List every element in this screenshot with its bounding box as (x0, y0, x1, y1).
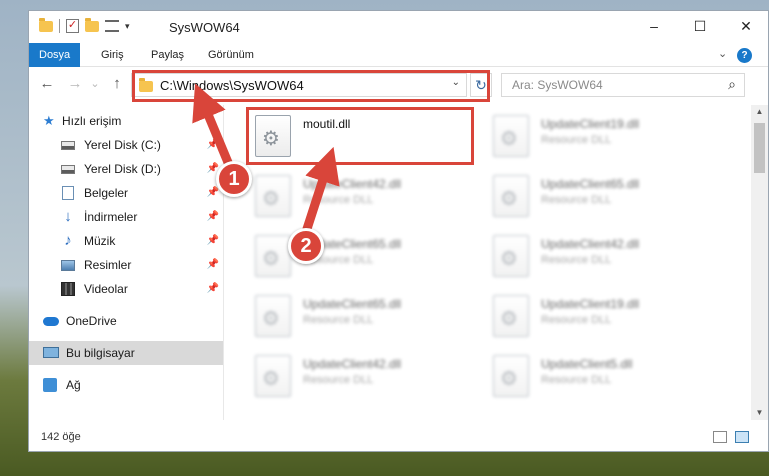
annotation-arrows (192, 83, 340, 234)
arrow-to-moutil-file (301, 146, 340, 234)
step-badge-2: 2 (288, 228, 324, 264)
step-badge-1: 1 (216, 161, 252, 197)
